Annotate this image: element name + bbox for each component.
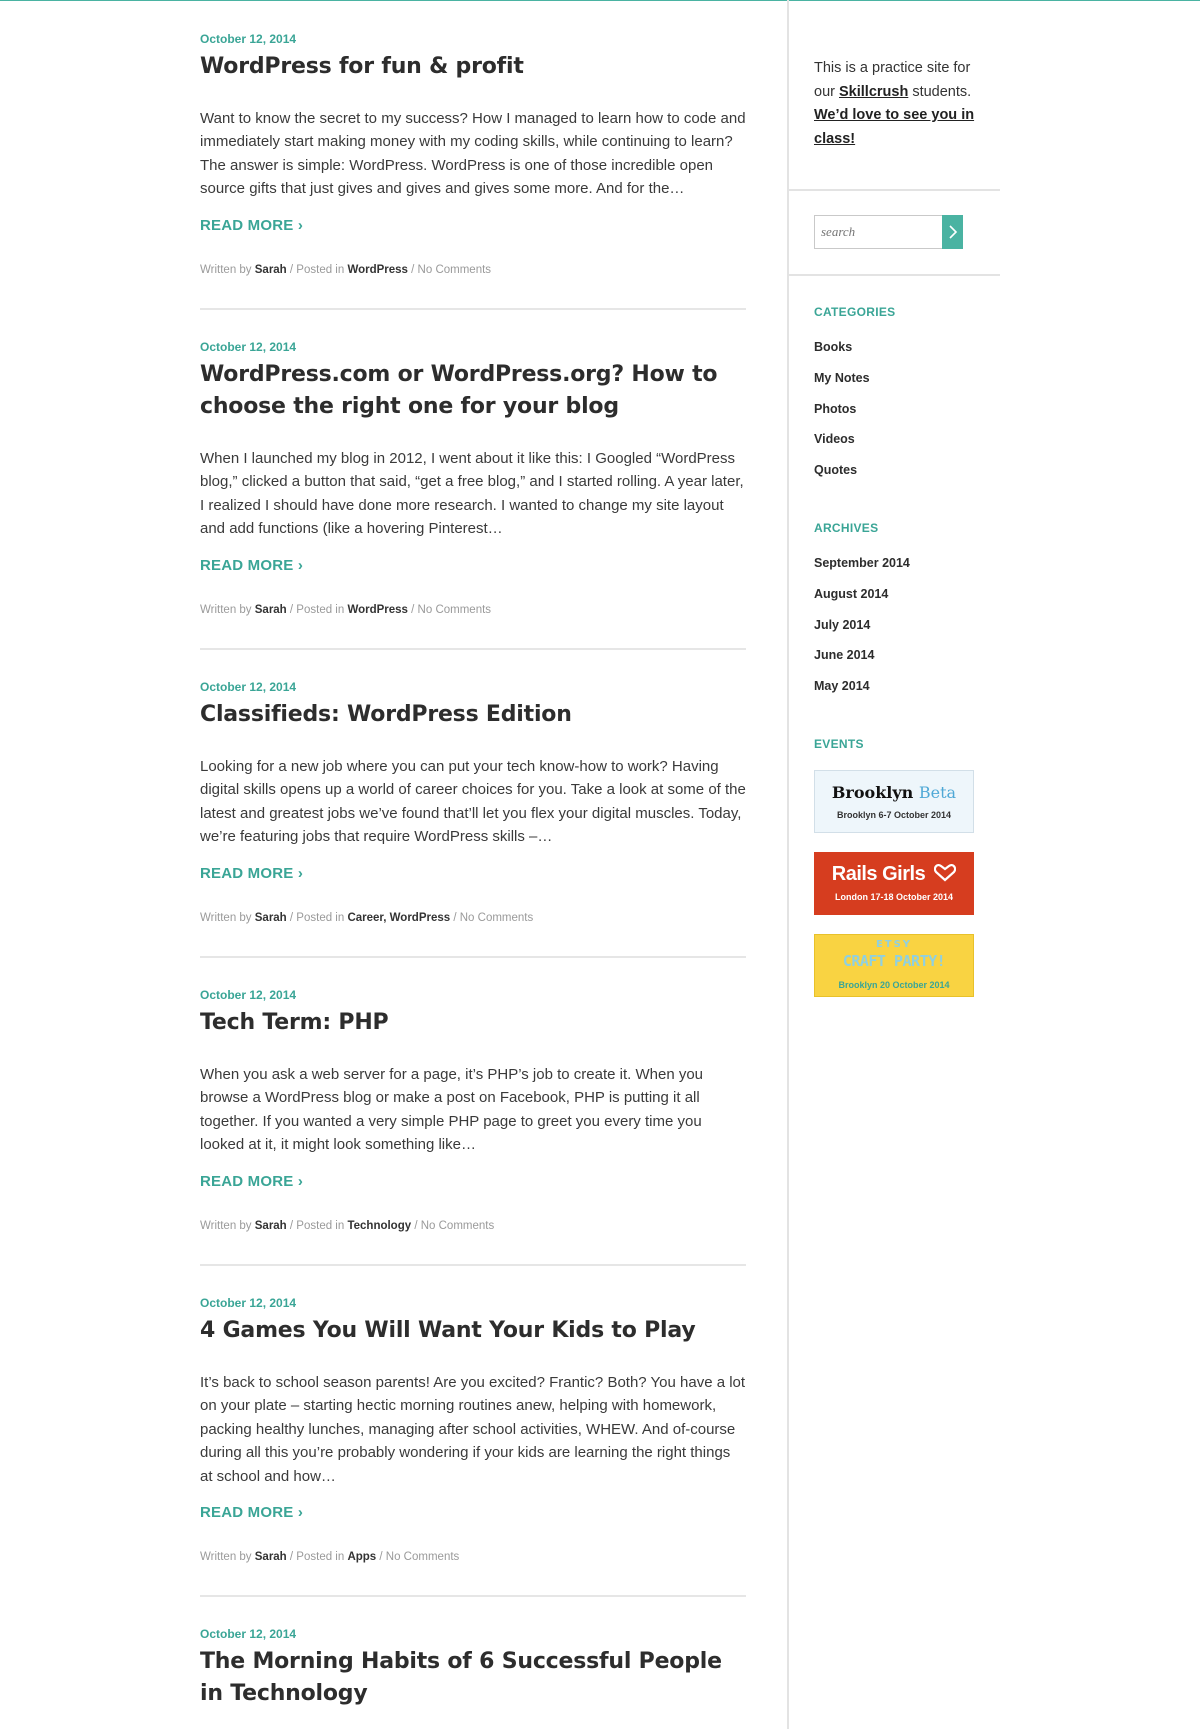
meta-posted-label: / Posted in xyxy=(286,912,348,924)
categories-list: Books My Notes Photos Videos Quotes xyxy=(814,339,870,493)
skillcrush-link[interactable]: Skillcrush xyxy=(839,84,908,100)
category-link[interactable]: Apps xyxy=(347,1551,376,1563)
categories-heading: CATEGORIES xyxy=(814,305,896,319)
post-title[interactable]: WordPress.com or WordPress.org? How to c… xyxy=(200,359,720,423)
category-link[interactable]: WordPress xyxy=(347,264,408,276)
search-button[interactable] xyxy=(942,215,963,249)
event-title-beta: Beta xyxy=(918,783,957,802)
event-title-line2: CRAFT PARTY! xyxy=(842,952,946,970)
top-accent-line xyxy=(0,0,1200,1)
post-date: October 12, 2014 xyxy=(200,680,297,694)
post-excerpt: When you ask a web server for a page, it… xyxy=(200,1066,704,1154)
archive-item[interactable]: May 2014 xyxy=(814,678,910,709)
post-meta: Written by Sarah / Posted in WordPress /… xyxy=(200,604,491,616)
comments-link[interactable]: / No Comments xyxy=(376,1551,459,1563)
read-more-link[interactable]: READ MORE › xyxy=(200,557,303,574)
archive-item[interactable]: August 2014 xyxy=(814,586,910,617)
event-rails-girls[interactable]: Rails Girls London 17-18 October 2014 xyxy=(814,852,974,915)
event-etsy-craft-party[interactable]: ETSY CRAFT PARTY! Brooklyn 20 October 20… xyxy=(814,934,974,997)
post-excerpt: Looking for a new job where you can put … xyxy=(200,758,746,846)
sidebar-separator xyxy=(787,0,789,1729)
event-title-part: Brooklyn xyxy=(831,783,919,802)
post-divider xyxy=(200,648,746,650)
post-divider xyxy=(200,1264,746,1266)
post-title[interactable]: WordPress for fun & profit xyxy=(200,51,746,83)
category-link[interactable]: Career, WordPress xyxy=(347,912,450,924)
meta-written-label: Written by xyxy=(200,1551,255,1563)
post-meta: Written by Sarah / Posted in Apps / No C… xyxy=(200,1551,459,1563)
author-link[interactable]: Sarah xyxy=(255,1220,287,1232)
post-title[interactable]: The Morning Habits of 6 Successful Peopl… xyxy=(200,1646,746,1710)
meta-written-label: Written by xyxy=(200,264,255,276)
post-meta: Written by Sarah / Posted in WordPress /… xyxy=(200,264,491,276)
post-date: October 12, 2014 xyxy=(200,340,297,354)
comments-link[interactable]: / No Comments xyxy=(408,604,491,616)
post-divider xyxy=(200,956,746,958)
class-cta-link[interactable]: We’d love to see you in class! xyxy=(814,107,974,147)
post-date: October 12, 2014 xyxy=(200,1627,297,1641)
event-brooklyn-beta[interactable]: Brooklyn Beta Brooklyn 6-7 October 2014 xyxy=(814,770,974,833)
author-link[interactable]: Sarah xyxy=(255,1551,287,1563)
category-link[interactable]: WordPress xyxy=(347,604,408,616)
category-item[interactable]: Quotes xyxy=(814,462,870,493)
category-link[interactable]: Technology xyxy=(347,1220,411,1232)
category-item[interactable]: My Notes xyxy=(814,370,870,401)
comments-link[interactable]: / No Comments xyxy=(411,1220,494,1232)
meta-posted-label: / Posted in xyxy=(286,1551,348,1563)
archive-item[interactable]: June 2014 xyxy=(814,647,910,678)
comments-link[interactable]: / No Comments xyxy=(450,912,533,924)
events-heading: EVENTS xyxy=(814,737,864,751)
read-more-link[interactable]: READ MORE › xyxy=(200,1504,303,1521)
search-form xyxy=(814,215,963,249)
post-title[interactable]: Tech Term: PHP xyxy=(200,1007,746,1039)
post-divider xyxy=(200,308,746,310)
post-date: October 12, 2014 xyxy=(200,988,297,1002)
meta-posted-label: / Posted in xyxy=(286,1220,348,1232)
post-title[interactable]: Classifieds: WordPress Edition xyxy=(200,699,746,731)
post-excerpt: It’s back to school season parents! Are … xyxy=(200,1374,746,1485)
archive-item[interactable]: September 2014 xyxy=(814,555,910,586)
author-link[interactable]: Sarah xyxy=(255,604,287,616)
sidebar-divider xyxy=(789,189,1000,191)
category-item[interactable]: Photos xyxy=(814,401,870,432)
post-title[interactable]: 4 Games You Will Want Your Kids to Play xyxy=(200,1315,746,1347)
event-title: Brooklyn Beta xyxy=(815,783,973,802)
meta-written-label: Written by xyxy=(200,604,255,616)
sidebar-divider xyxy=(789,274,1000,276)
heart-icon xyxy=(934,864,957,882)
meta-written-label: Written by xyxy=(200,912,255,924)
read-more-link[interactable]: READ MORE › xyxy=(200,217,303,234)
meta-posted-label: / Posted in xyxy=(286,604,348,616)
meta-posted-label: / Posted in xyxy=(286,264,348,276)
post-date: October 12, 2014 xyxy=(200,1296,297,1310)
read-more-link[interactable]: READ MORE › xyxy=(200,865,303,882)
author-link[interactable]: Sarah xyxy=(255,912,287,924)
about-text: This is a practice site for our Skillcru… xyxy=(814,57,989,151)
read-more-link[interactable]: READ MORE › xyxy=(200,1173,303,1190)
post-meta: Written by Sarah / Posted in Career, Wor… xyxy=(200,912,533,924)
post-meta: Written by Sarah / Posted in Technology … xyxy=(200,1220,494,1232)
category-item[interactable]: Videos xyxy=(814,431,870,462)
post-excerpt: When I launched my blog in 2012, I went … xyxy=(200,450,744,538)
event-title-part: Rails Girls xyxy=(831,863,926,885)
about-suffix: students. xyxy=(908,83,972,100)
post-excerpt: Want to know the secret to my success? H… xyxy=(200,110,746,198)
post-divider xyxy=(200,1595,746,1597)
event-subtitle: Brooklyn 6-7 October 2014 xyxy=(836,810,952,820)
event-subtitle: London 17-18 October 2014 xyxy=(834,892,954,902)
archives-heading: ARCHIVES xyxy=(814,521,879,535)
archives-list: September 2014 August 2014 July 2014 Jun… xyxy=(814,555,910,709)
post-date: October 12, 2014 xyxy=(200,32,297,46)
search-input[interactable] xyxy=(815,216,941,248)
category-item[interactable]: Books xyxy=(814,339,870,370)
meta-written-label: Written by xyxy=(200,1220,255,1232)
archive-item[interactable]: July 2014 xyxy=(814,617,910,648)
author-link[interactable]: Sarah xyxy=(255,264,287,276)
event-title: ETSY xyxy=(875,939,913,950)
comments-link[interactable]: / No Comments xyxy=(408,264,491,276)
event-subtitle: Brooklyn 20 October 2014 xyxy=(838,980,950,990)
event-title: Rails Girls xyxy=(814,863,974,886)
chevron-right-icon xyxy=(948,225,957,239)
